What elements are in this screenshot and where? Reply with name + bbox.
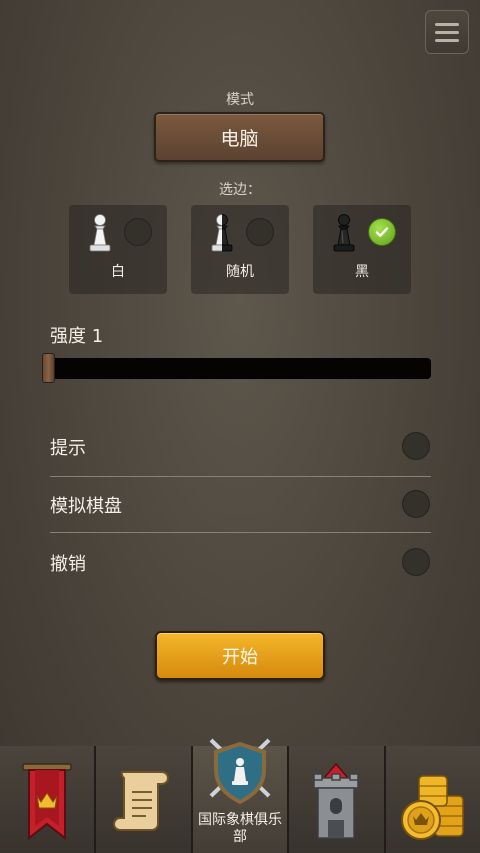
hamburger-menu-icon [435,22,459,26]
option-undo[interactable]: 撤销 [50,534,431,592]
nav-chess-club-label: 国际象棋俱乐部 [198,812,283,845]
mode-select-button[interactable]: 电脑 [154,112,325,162]
shield-swords-icon [209,738,271,805]
strength-slider-handle[interactable] [42,353,55,383]
scroll-icon [112,771,169,831]
gold-coins-icon [400,775,464,840]
start-button[interactable]: 开始 [155,631,325,680]
side-option-random[interactable]: 随机 [191,205,289,294]
side-white-radio[interactable] [124,218,152,246]
nav-item-scroll[interactable] [96,746,193,853]
white-pawn-icon [89,214,111,252]
checkmark-icon [375,227,389,237]
castle-tower-icon [313,762,360,839]
side-black-radio[interactable] [368,218,396,246]
banner-crown-icon [22,763,72,841]
option-hint-toggle[interactable] [402,432,430,460]
side-random-label: 随机 [226,264,254,280]
side-white-label: 白 [111,264,125,280]
side-label: 选边： [219,182,261,198]
menu-button[interactable] [425,10,469,54]
option-simulate-board-label: 模拟棋盘 [50,496,122,517]
option-hint[interactable]: 提示 [50,418,431,476]
side-option-white[interactable]: 白 [69,205,167,294]
mode-label: 模式 [226,92,254,108]
option-hint-label: 提示 [50,438,86,459]
option-simulate-board[interactable]: 模拟棋盘 [50,476,431,534]
start-button-label: 开始 [222,646,258,668]
black-pawn-icon [333,214,355,252]
strength-slider-track[interactable] [46,358,431,379]
option-simulate-board-toggle[interactable] [402,490,430,518]
nav-item-chess-club[interactable]: 国际象棋俱乐部 [192,738,290,853]
random-pawn-icon [211,214,233,252]
divider [50,532,431,533]
side-option-black[interactable]: 黑 [313,205,411,294]
strength-label: 强度 1 [50,326,104,347]
option-undo-label: 撤销 [50,554,86,575]
mode-value: 电脑 [220,127,259,150]
nav-item-banner[interactable] [0,746,97,853]
side-random-radio[interactable] [246,218,274,246]
bottom-nav: 国际象棋俱乐部 [0,738,480,853]
side-black-label: 黑 [355,264,369,280]
option-undo-toggle[interactable] [402,548,430,576]
nav-item-castle[interactable] [289,746,386,853]
nav-item-coins[interactable] [385,746,480,853]
